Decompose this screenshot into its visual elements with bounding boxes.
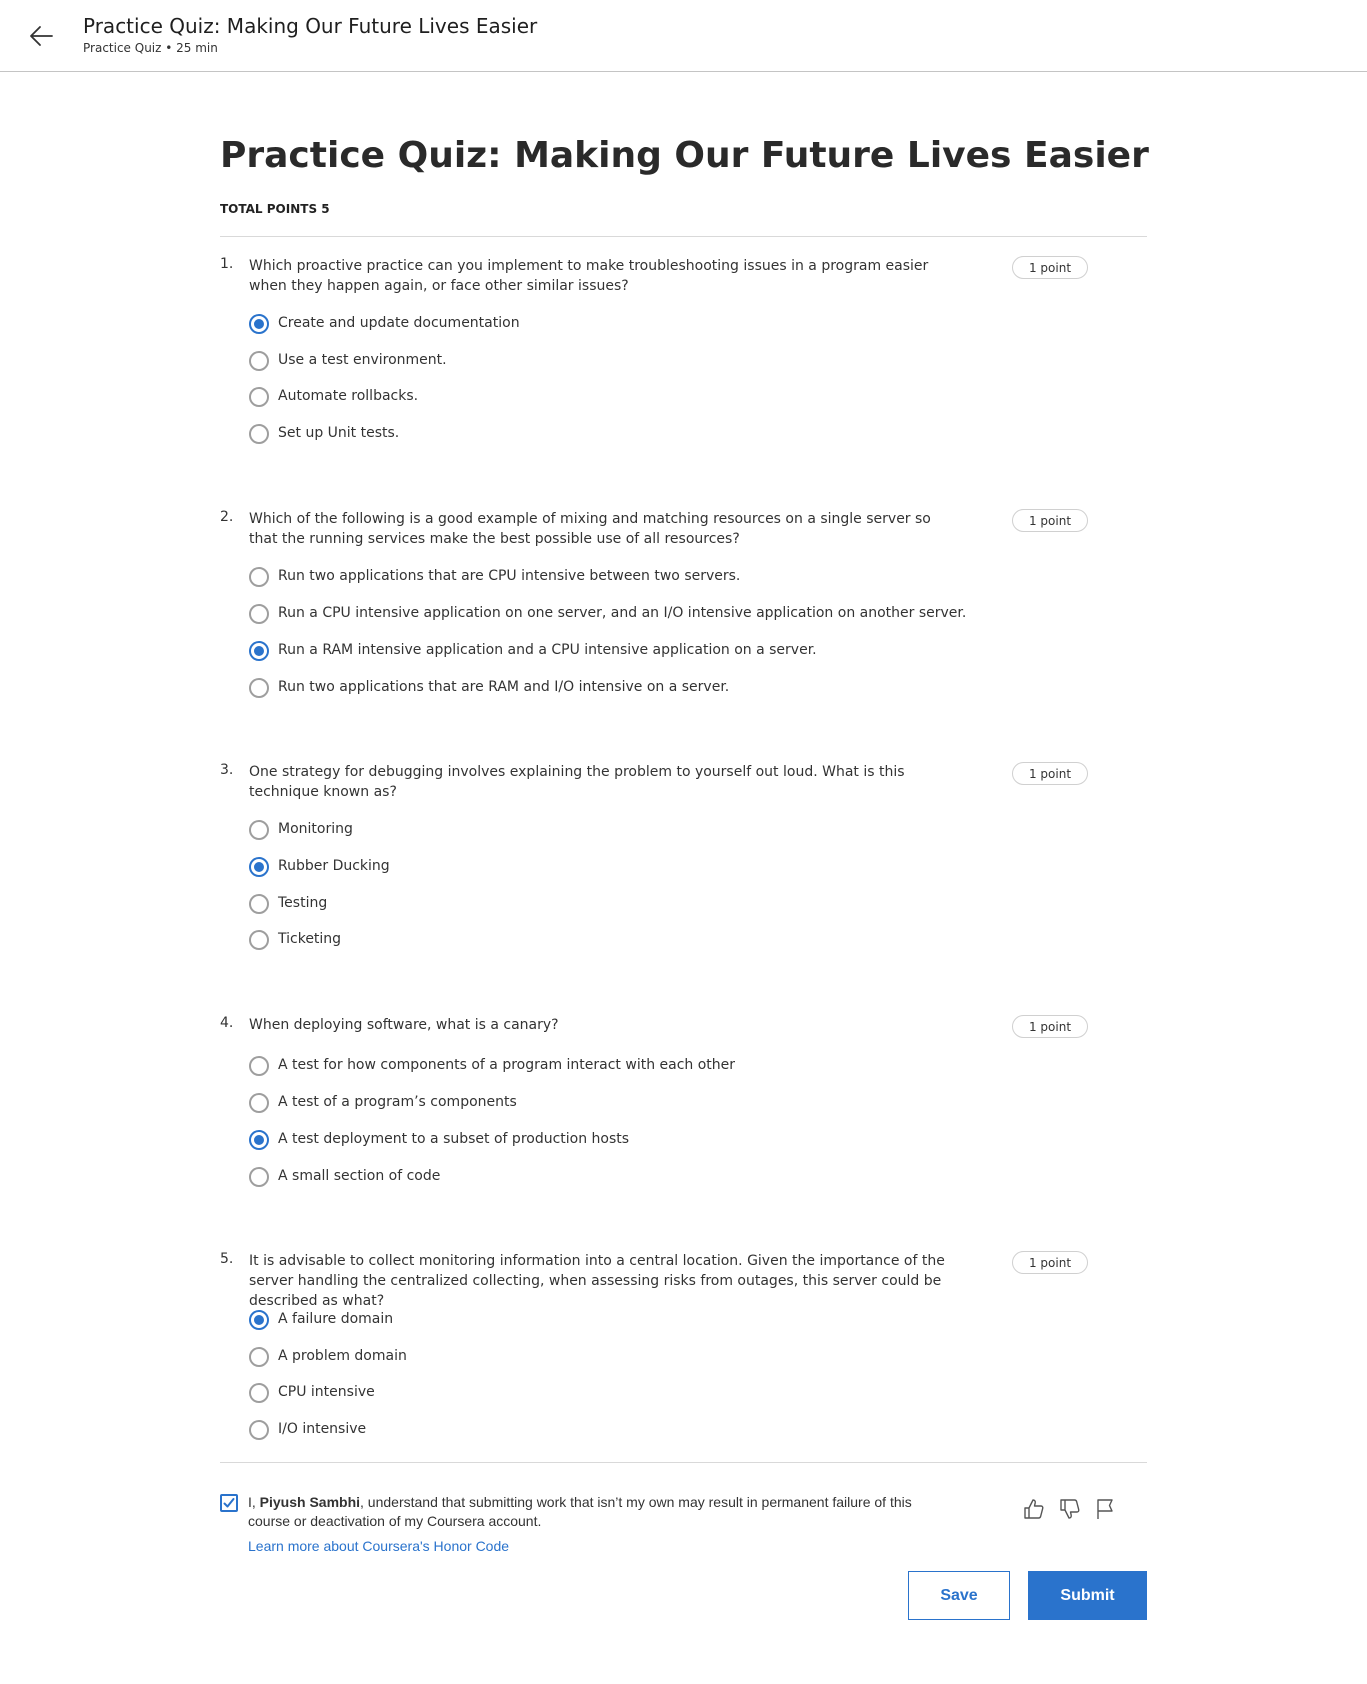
radio[interactable]	[249, 351, 269, 371]
radio[interactable]	[249, 894, 269, 914]
option-label: Run two applications that are RAM and I/…	[278, 679, 730, 695]
radio[interactable]	[249, 1420, 269, 1440]
flag-icon[interactable]	[1093, 1497, 1117, 1521]
question-number: 1.	[220, 256, 234, 272]
divider	[220, 1462, 1147, 1463]
radio[interactable]	[249, 1093, 269, 1113]
radio-selected[interactable]	[249, 314, 269, 334]
option-label: A test of a program’s components	[278, 1094, 517, 1110]
option-label: A test for how components of a program i…	[278, 1057, 736, 1073]
points-badge: 1 point	[1012, 509, 1088, 532]
points-badge: 1 point	[1012, 762, 1088, 785]
radio[interactable]	[249, 387, 269, 407]
question-number: 5.	[220, 1251, 234, 1267]
radio[interactable]	[249, 1056, 269, 1076]
radio[interactable]	[249, 567, 269, 587]
points-badge: 1 point	[1012, 256, 1088, 279]
back-arrow-icon[interactable]	[26, 20, 58, 52]
question-number: 4.	[220, 1015, 234, 1031]
option-label: CPU intensive	[278, 1384, 375, 1400]
top-bar: Practice Quiz: Making Our Future Lives E…	[0, 0, 1367, 72]
thumbs-down-icon[interactable]	[1058, 1497, 1082, 1521]
option-label: Rubber Ducking	[278, 858, 390, 874]
points-badge: 1 point	[1012, 1251, 1088, 1274]
question-text: It is advisable to collect monitoring in…	[249, 1253, 945, 1309]
save-button[interactable]: Save	[908, 1571, 1010, 1620]
option-label: A test deployment to a subset of product…	[278, 1131, 630, 1147]
option-label: A failure domain	[278, 1311, 394, 1327]
radio[interactable]	[249, 1167, 269, 1187]
radio[interactable]	[249, 678, 269, 698]
question-text: One strategy for debugging involves expl…	[249, 764, 905, 800]
option-label: Testing	[278, 895, 328, 911]
checkmark-icon	[223, 1498, 235, 1508]
option-label: Set up Unit tests.	[278, 425, 400, 441]
option-label: A problem domain	[278, 1348, 407, 1364]
option-label: Run a RAM intensive application and a CP…	[278, 642, 817, 658]
option-label: I/O intensive	[278, 1421, 367, 1437]
question-text: When deploying software, what is a canar…	[249, 1017, 559, 1033]
question-number: 2.	[220, 509, 234, 525]
submit-button[interactable]: Submit	[1028, 1571, 1147, 1620]
honor-prefix: I,	[248, 1494, 260, 1510]
radio[interactable]	[249, 1347, 269, 1367]
radio-selected[interactable]	[249, 641, 269, 661]
points-badge: 1 point	[1012, 1015, 1088, 1038]
divider	[220, 236, 1147, 237]
radio[interactable]	[249, 1383, 269, 1403]
total-points: TOTAL POINTS 5	[220, 202, 330, 216]
radio[interactable]	[249, 424, 269, 444]
radio-selected[interactable]	[249, 857, 269, 877]
radio-selected[interactable]	[249, 1130, 269, 1150]
question-text: Which of the following is a good example…	[249, 511, 931, 547]
option-label: Ticketing	[278, 931, 342, 947]
honor-code-checkbox[interactable]	[220, 1494, 238, 1512]
page-title: Practice Quiz: Making Our Future Lives E…	[220, 135, 1149, 176]
radio[interactable]	[249, 930, 269, 950]
option-label: Create and update documentation	[278, 315, 520, 331]
thumbs-up-icon[interactable]	[1022, 1497, 1046, 1521]
learner-name: Piyush Sambhi	[259, 1494, 361, 1510]
option-label: Automate rollbacks.	[278, 388, 419, 404]
option-label: Monitoring	[278, 821, 353, 837]
radio-selected[interactable]	[249, 1310, 269, 1330]
radio[interactable]	[249, 820, 269, 840]
option-label: Run two applications that are CPU intens…	[278, 568, 741, 584]
question-number: 3.	[220, 762, 234, 778]
honor-code-link[interactable]: Learn more about Coursera's Honor Code	[248, 1538, 509, 1554]
question-text: Which proactive practice can you impleme…	[249, 258, 929, 294]
option-label: Run a CPU intensive application on one s…	[278, 605, 967, 621]
honor-code: I, Piyush Sambhi, understand that submit…	[220, 1490, 1147, 1554]
option-label: Use a test environment.	[278, 352, 447, 368]
header-title: Practice Quiz: Making Our Future Lives E…	[83, 14, 538, 38]
header-subtitle: Practice Quiz • 25 min	[83, 41, 218, 55]
radio[interactable]	[249, 604, 269, 624]
option-label: A small section of code	[278, 1168, 441, 1184]
honor-code-text: I, Piyush Sambhi, understand that submit…	[248, 1493, 928, 1531]
